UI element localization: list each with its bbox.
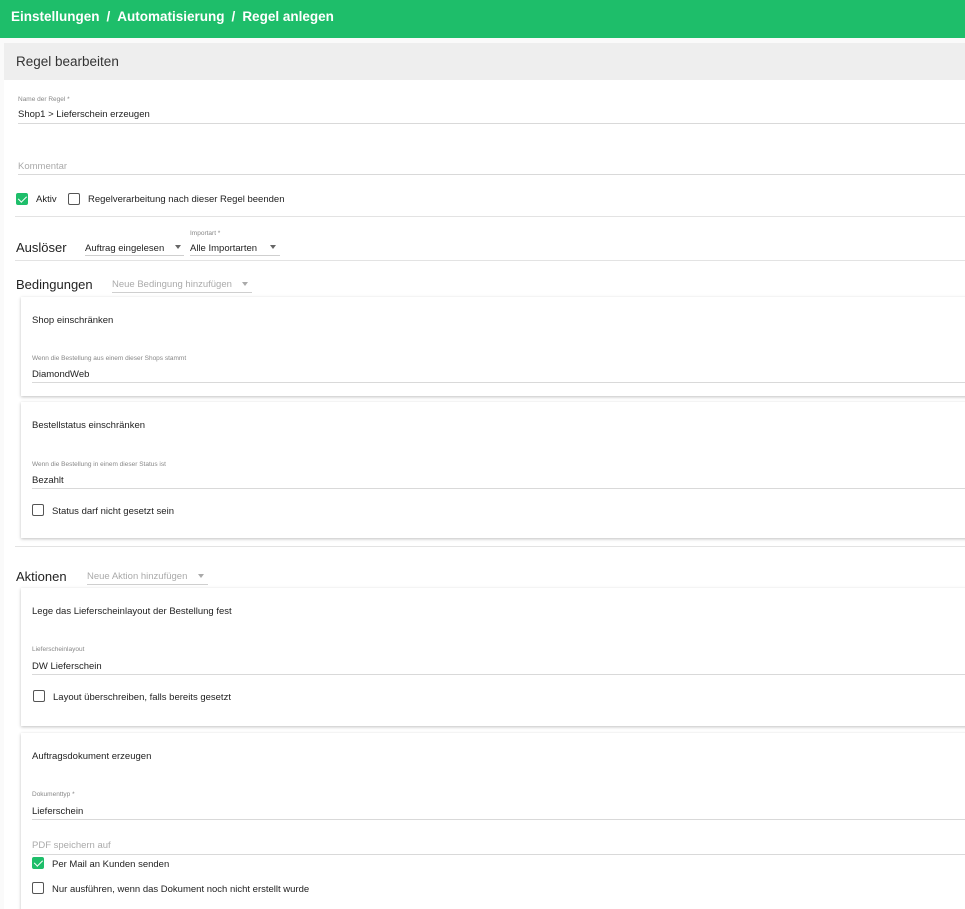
comment-input[interactable]: Kommentar [18,161,67,172]
status-not-set-label: Status darf nicht gesetzt sein [52,506,174,517]
action-title: Lege das Lieferscheinlayout der Bestellu… [32,606,232,617]
chevron-down-icon [242,282,248,286]
add-action-placeholder: Neue Aktion hinzufügen [87,571,188,582]
document-type-select-value[interactable]: Lieferschein [32,806,83,817]
actions-section-title: Aktionen [16,569,67,584]
condition-title: Bestellstatus einschränken [32,420,146,431]
select-underline [112,292,252,293]
conditions-section-title: Bedingungen [16,277,93,292]
active-label: Aktiv [36,194,57,205]
send-mail-label: Per Mail an Kunden senden [52,859,170,870]
stop-processing-label: Regelverarbeitung nach dieser Regel been… [88,194,285,205]
condition-card-order-status: Bestellstatus einschränken Wenn die Best… [21,402,965,538]
status-select-value[interactable]: Bezahlt [32,475,64,486]
top-bar: Einstellungen / Automatisierung / Regel anle… [0,0,965,38]
rule-name-label: Name der Regel * [18,96,70,103]
import-type-label: Importart * [190,230,221,237]
only-once-checkbox[interactable] [32,882,44,894]
delivery-layout-select-value[interactable]: DW Lieferschein [32,661,102,672]
overwrite-layout-checkbox[interactable] [33,690,45,702]
action-card-delivery-layout: Lege das Lieferscheinlayout der Bestellu… [21,588,965,726]
field-underline [32,674,965,675]
status-not-set-checkbox[interactable] [32,504,44,516]
field-underline [32,854,965,855]
condition-title: Shop einschränken [32,315,114,326]
divider [15,546,965,547]
action-card-create-document: Auftragsdokument erzeugen Dokumenttyp * … [21,733,965,909]
import-type-value: Alle Importarten [190,243,258,254]
chevron-down-icon [198,574,204,578]
breadcrumb-item-automation[interactable]: Automatisierung [117,9,224,24]
send-mail-checkbox[interactable] [32,857,44,869]
pdf-save-input[interactable]: PDF speichern auf [32,840,111,851]
add-condition-placeholder: Neue Bedingung hinzufügen [112,279,232,290]
only-once-label: Nur ausführen, wenn das Dokument noch ni… [52,884,310,895]
comment-underline [18,174,965,175]
select-underline [190,255,280,256]
field-underline [32,488,965,489]
trigger-event-value: Auftrag eingelesen [85,243,165,254]
action-field-label: Dokumenttyp * [32,791,75,798]
stop-processing-checkbox[interactable] [68,193,80,205]
condition-field-label: Wenn die Bestellung aus einem dieser Sho… [32,355,187,362]
condition-card-shop: Shop einschränken Wenn die Bestellung au… [21,297,965,396]
select-underline [87,584,208,585]
chevron-down-icon [270,245,276,249]
card-title: Regel bearbeiten [16,54,119,69]
active-checkbox[interactable] [16,193,28,205]
chevron-down-icon [175,245,181,249]
select-underline [85,255,184,256]
field-underline [32,382,965,383]
rule-edit-card: Regel bearbeiten Name der Regel * Shop1 … [4,43,965,909]
trigger-section-title: Auslöser [16,240,67,255]
shop-select-value[interactable]: DiamondWeb [32,369,89,380]
field-underline [32,819,965,820]
breadcrumb-separator: / [106,9,111,24]
overwrite-layout-label: Layout überschreiben, falls bereits gese… [53,692,231,703]
breadcrumb-item-create-rule: Regel anlegen [242,9,334,24]
rule-name-input[interactable]: Shop1 > Lieferschein erzeugen [18,109,150,120]
divider [15,216,965,217]
breadcrumb-item-settings[interactable]: Einstellungen [11,9,100,24]
breadcrumb: Einstellungen / Automatisierung / Regel anle… [11,9,334,24]
breadcrumb-separator: / [231,9,236,24]
action-title: Auftragsdokument erzeugen [32,751,152,762]
condition-field-label: Wenn die Bestellung in einem dieser Stat… [32,461,166,468]
card-header: Regel bearbeiten [4,43,965,80]
action-field-label: Lieferscheinlayout [32,646,85,653]
rule-name-underline [18,123,965,124]
divider [15,260,965,261]
